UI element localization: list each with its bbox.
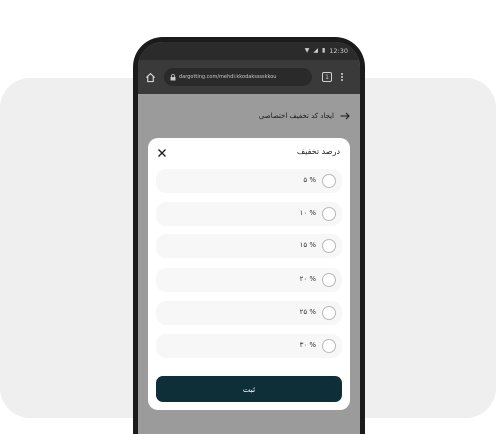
dot-icon (341, 72, 343, 75)
radio-button[interactable] (322, 306, 336, 320)
page-header: ایجاد کد تخفیف اختصاصی (138, 94, 360, 138)
discount-option-10[interactable]: % ۱۰ (156, 202, 342, 226)
option-label: % ۵ (303, 176, 316, 184)
submit-button[interactable]: ثبت (156, 376, 342, 402)
option-label: % ۱۵ (299, 241, 316, 249)
back-arrow-icon[interactable] (340, 112, 350, 120)
discount-option-5[interactable]: % ۵ (156, 169, 342, 193)
page-title: ایجاد کد تخفیف اختصاصی (258, 112, 334, 120)
dot-icon (341, 79, 343, 82)
address-bar[interactable]: dargotting.com/mehdi:kkodaksssskkou (164, 68, 312, 86)
radio-button[interactable] (322, 174, 336, 188)
close-icon[interactable] (157, 148, 167, 158)
sheet-title: درصد تخفیف (296, 147, 340, 156)
dot-icon (341, 75, 343, 78)
tab-switcher-button[interactable]: 1 (322, 72, 332, 82)
browser-toolbar: dargotting.com/mehdi:kkodaksssskkou 1 (138, 60, 360, 94)
status-time: 12:30 (329, 47, 348, 55)
radio-button[interactable] (322, 339, 336, 353)
discount-option-25[interactable]: % ۲۵ (156, 301, 342, 325)
discount-option-30[interactable]: % ۳۰ (156, 334, 342, 358)
option-label: % ۲۰ (299, 275, 316, 283)
radio-button[interactable] (322, 273, 336, 287)
sheet-header: درصد تخفیف (148, 138, 350, 168)
url-text: dargotting.com/mehdi:kkodaksssskkou (179, 74, 277, 80)
status-bar: ▼ ◢ ▮ 12:30 (138, 42, 360, 60)
option-label: % ۱۰ (299, 209, 316, 217)
discount-option-20[interactable]: % ۲۰ (156, 268, 342, 292)
browser-menu-button[interactable] (339, 70, 345, 84)
wifi-icon: ▼ (304, 47, 310, 54)
home-button[interactable] (142, 69, 158, 85)
signal-icon: ◢ (313, 47, 318, 54)
discount-option-15[interactable]: % ۱۵ (156, 234, 342, 258)
lock-icon (170, 73, 176, 80)
discount-percent-sheet: درصد تخفیف % ۵ % ۱۰ % ۱۵ % ۲۰ % ۲۵ % ۳۰ … (148, 138, 350, 410)
option-label: % ۲۵ (299, 308, 316, 316)
radio-button[interactable] (322, 207, 336, 221)
home-icon (145, 72, 155, 82)
option-label: % ۳۰ (299, 341, 316, 349)
radio-button[interactable] (322, 239, 336, 253)
battery-icon: ▮ (321, 47, 326, 54)
